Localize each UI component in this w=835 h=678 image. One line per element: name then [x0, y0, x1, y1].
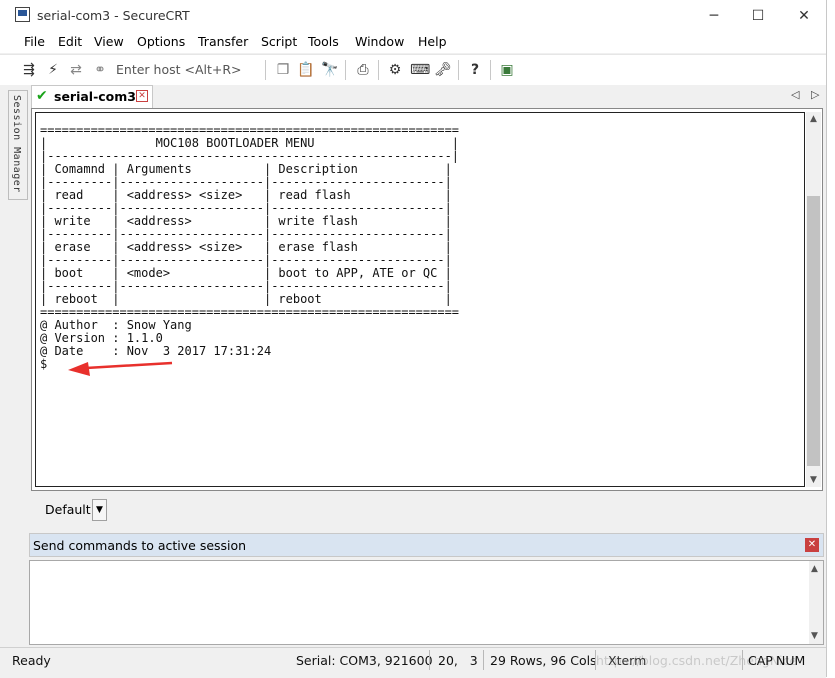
terminal-scrollbar[interactable]: ▲ ▼	[806, 112, 821, 487]
title-bar: serial-com3 - SecureCRT ─ ☐ ✕	[0, 0, 826, 31]
menu-view[interactable]: View	[94, 34, 124, 49]
button-bar-selector[interactable]: Default	[45, 502, 91, 517]
status-separator	[483, 650, 484, 670]
lightning-icon[interactable]: ⚡	[44, 61, 62, 79]
status-caps: CAP	[748, 653, 773, 668]
command-input[interactable]: ▲ ▼	[29, 560, 824, 645]
securecrt-window: serial-com3 - SecureCRT ─ ☐ ✕ File Edit …	[0, 0, 827, 678]
toolbar-separator	[490, 60, 491, 80]
menu-script[interactable]: Script	[261, 34, 297, 49]
close-button[interactable]: ✕	[784, 4, 824, 28]
reconnect-icon[interactable]: ⇄	[67, 61, 85, 79]
terminal-line: @ Date : Nov 3 2017 17:31:24	[40, 344, 272, 358]
session-manager-label: Session Manager	[11, 95, 22, 193]
find-icon[interactable]: 🔭	[321, 61, 339, 79]
sftp-icon[interactable]: ▣	[498, 61, 516, 79]
tab-next-icon[interactable]: ▷	[811, 88, 819, 101]
connect-icon[interactable]: ⇶	[20, 61, 38, 79]
menu-edit[interactable]: Edit	[58, 34, 82, 49]
menu-help[interactable]: Help	[418, 34, 447, 49]
help-icon[interactable]: ?	[466, 61, 484, 79]
disconnect-icon[interactable]: ⚭	[91, 61, 109, 79]
host-input[interactable]: Enter host <Alt+R>	[116, 60, 262, 80]
background-edge	[827, 0, 835, 677]
scroll-up-icon[interactable]: ▲	[806, 112, 821, 126]
toolbar-separator	[458, 60, 459, 80]
command-window-header: Send commands to active session ✕	[29, 533, 824, 557]
window-title: serial-com3 - SecureCRT	[37, 8, 190, 23]
print-icon[interactable]: ⎙	[354, 61, 372, 79]
tab-serial-com3[interactable]: ✔ serial-com3 ✕	[31, 85, 153, 108]
terminal-frame: ========================================…	[31, 108, 823, 491]
command-window-close-icon[interactable]: ✕	[805, 538, 819, 552]
terminal-prompt: $	[40, 357, 48, 371]
key-icon[interactable]: 🗝	[434, 61, 452, 79]
copy-icon[interactable]: ❐	[274, 61, 292, 79]
status-connection: Serial: COM3, 921600	[296, 653, 433, 668]
toolbar-separator	[345, 60, 346, 80]
menu-bar: File Edit View Options Transfer Script T…	[0, 31, 826, 53]
menu-transfer[interactable]: Transfer	[198, 34, 248, 49]
toolbar-separator	[378, 60, 379, 80]
menu-window[interactable]: Window	[355, 34, 404, 49]
tab-label: serial-com3	[54, 89, 136, 104]
terminal-screen[interactable]: ========================================…	[35, 112, 805, 487]
minimize-button[interactable]: ─	[694, 4, 734, 28]
maximize-button[interactable]: ☐	[738, 4, 778, 28]
tab-prev-icon[interactable]: ◁	[791, 88, 799, 101]
tab-close-icon[interactable]: ✕	[136, 90, 148, 102]
paste-icon[interactable]: 📋	[297, 61, 315, 79]
command-window-title: Send commands to active session	[33, 538, 247, 553]
chevron-down-icon[interactable]: ▼	[92, 499, 107, 521]
app-icon	[15, 7, 30, 22]
status-separator	[742, 650, 743, 670]
status-separator	[429, 650, 430, 670]
session-tab-strip: ✔ serial-com3 ✕ ◁ ▷	[29, 85, 826, 108]
scroll-down-icon[interactable]: ▼	[811, 631, 818, 641]
scroll-up-icon[interactable]: ▲	[811, 564, 818, 574]
session-manager-tab[interactable]: Session Manager	[8, 90, 28, 200]
scroll-thumb[interactable]	[807, 196, 820, 466]
button-bar: Default ▼	[31, 496, 151, 521]
toolbar: ⇶ ⚡ ⇄ ⚭ Enter host <Alt+R> ❐ 📋 🔭 ⎙ ⚙ ⌨ 🗝…	[0, 54, 826, 85]
connected-check-icon: ✔	[36, 88, 48, 104]
scroll-down-icon[interactable]: ▼	[806, 473, 821, 487]
menu-options[interactable]: Options	[137, 34, 185, 49]
status-bar: Ready Serial: COM3, 921600 20, 3 29 Rows…	[0, 647, 826, 678]
status-emulation: Xterm	[608, 653, 647, 668]
status-ready: Ready	[12, 653, 51, 668]
menu-file[interactable]: File	[24, 34, 45, 49]
menu-tools[interactable]: Tools	[308, 34, 339, 49]
toolbar-separator	[265, 60, 266, 80]
status-num: NUM	[776, 653, 806, 668]
status-position: 20, 3	[438, 653, 478, 668]
command-scrollbar[interactable]: ▲ ▼	[809, 561, 823, 644]
settings-icon[interactable]: ⚙	[386, 61, 404, 79]
red-arrow-annotation	[68, 361, 173, 376]
keymap-icon[interactable]: ⌨	[410, 61, 430, 79]
status-size: 29 Rows, 96 Cols	[490, 653, 597, 668]
